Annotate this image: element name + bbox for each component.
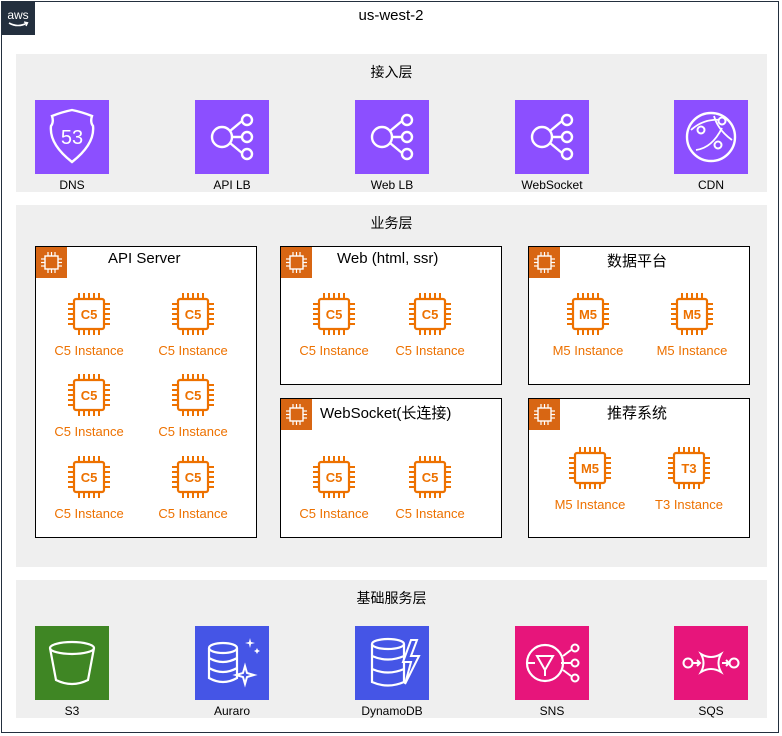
dynamodb-service[interactable]	[355, 626, 429, 700]
c5-instance-icon[interactable]: C5	[170, 372, 216, 418]
ec2-group-icon	[529, 399, 560, 430]
api-lb-service[interactable]	[195, 100, 269, 174]
instance-label: C5 Instance	[395, 506, 465, 521]
c5-instance-icon[interactable]: C5	[311, 454, 357, 500]
web-group[interactable]: Web (html, ssr) C5 C5 Instance C5 C5 Ins…	[280, 246, 502, 385]
service-label: WebSocket	[521, 178, 583, 192]
svg-text:C5: C5	[422, 307, 439, 322]
ec2-group-icon	[281, 247, 312, 278]
group-title: WebSocket(长连接)	[320, 405, 452, 422]
business-layer-title: 业务层	[370, 215, 413, 231]
sns-service[interactable]	[515, 626, 589, 700]
websocket-lb-service[interactable]	[515, 100, 589, 174]
svg-text:C5: C5	[326, 470, 343, 485]
web-lb-service[interactable]	[355, 100, 429, 174]
ec2-group-icon	[529, 247, 560, 278]
business-layer: 业务层 API Server C5 C5 Instance C5 C5 Inst…	[16, 205, 767, 567]
svg-text:C5: C5	[326, 307, 343, 322]
service-label: S3	[64, 704, 80, 718]
service-label: Auraro	[213, 704, 251, 718]
svg-text:C5: C5	[81, 307, 98, 322]
route53-icon: 53	[49, 108, 95, 164]
s3-service[interactable]	[35, 626, 109, 700]
m5-instance-icon[interactable]: M5	[669, 291, 715, 337]
dns-service[interactable]: 53	[35, 100, 109, 174]
svg-text:C5: C5	[185, 470, 202, 485]
svg-text:M5: M5	[683, 307, 701, 322]
region-title: us-west-2	[358, 7, 424, 24]
service-label: CDN	[698, 178, 724, 192]
sns-icon	[525, 643, 580, 683]
aurora-service[interactable]	[195, 626, 269, 700]
instance-label: C5 Instance	[54, 506, 124, 521]
svg-text:53: 53	[61, 127, 83, 149]
c5-instance-icon[interactable]: C5	[311, 291, 357, 337]
service-label: DNS	[59, 178, 85, 192]
foundation-layer-title: 基础服务层	[356, 590, 427, 606]
instance-label: C5 Instance	[54, 424, 124, 439]
group-title: 数据平台	[607, 253, 668, 270]
api-server-group[interactable]: API Server C5 C5 Instance C5 C5 Instance…	[35, 246, 257, 538]
aurora-icon	[207, 638, 260, 688]
c5-instance-icon[interactable]: C5	[66, 291, 112, 337]
access-layer-title: 接入层	[370, 64, 413, 80]
svg-text:C5: C5	[81, 388, 98, 403]
load-balancer-icon	[530, 113, 574, 161]
instance-label: M5 Instance	[552, 343, 624, 358]
access-layer: 接入层 53 DNS API LB Web LB WebSocket CDN	[16, 54, 767, 192]
instance-label: C5 Instance	[395, 343, 465, 358]
instance-label: T3 Instance	[655, 497, 723, 512]
c5-instance-icon[interactable]: C5	[407, 291, 453, 337]
cdn-service[interactable]	[674, 100, 748, 174]
svg-text:C5: C5	[185, 307, 202, 322]
s3-bucket-icon	[48, 640, 96, 686]
service-label: DynamoDB	[361, 704, 423, 718]
instance-label: C5 Instance	[54, 343, 124, 358]
recommend-system-group[interactable]: 推荐系统 M5 M5 Instance T3 T3 Instance	[528, 398, 750, 538]
service-label: API LB	[213, 178, 251, 192]
instance-label: C5 Instance	[158, 424, 228, 439]
c5-instance-icon[interactable]: C5	[170, 454, 216, 500]
svg-text:M5: M5	[581, 461, 599, 476]
instance-label: M5 Instance	[554, 497, 626, 512]
c5-instance-icon[interactable]: C5	[170, 291, 216, 337]
c5-instance-icon[interactable]: C5	[66, 372, 112, 418]
group-title: 推荐系统	[607, 405, 668, 422]
service-label: SNS	[539, 704, 565, 718]
foundation-layer: 基础服务层 S3 Auraro DynamoDB SNS SQS	[16, 580, 767, 718]
m5-instance-icon[interactable]: M5	[565, 291, 611, 337]
group-title: API Server	[108, 250, 181, 267]
data-platform-group[interactable]: 数据平台 M5 M5 Instance M5 M5 Instance	[528, 246, 750, 385]
svg-text:T3: T3	[681, 461, 696, 476]
cloudfront-icon	[685, 111, 737, 163]
dynamodb-icon	[370, 637, 421, 687]
t3-instance-icon[interactable]: T3	[666, 445, 712, 491]
load-balancer-icon	[210, 113, 254, 161]
ec2-group-icon	[281, 399, 312, 430]
svg-text:M5: M5	[579, 307, 597, 322]
instance-label: C5 Instance	[158, 343, 228, 358]
group-title: Web (html, ssr)	[337, 250, 439, 267]
instance-label: C5 Instance	[299, 506, 369, 521]
service-label: Web LB	[370, 178, 414, 192]
sqs-service[interactable]	[674, 626, 748, 700]
m5-instance-icon[interactable]: M5	[567, 445, 613, 491]
c5-instance-icon[interactable]: C5	[66, 454, 112, 500]
svg-text:C5: C5	[81, 470, 98, 485]
instance-label: C5 Instance	[299, 343, 369, 358]
svg-text:C5: C5	[185, 388, 202, 403]
instance-label: C5 Instance	[158, 506, 228, 521]
websocket-group[interactable]: WebSocket(长连接) C5 C5 Instance C5 C5 Inst…	[280, 398, 502, 538]
instance-label: M5 Instance	[656, 343, 728, 358]
sqs-icon	[682, 651, 740, 675]
service-label: SQS	[698, 704, 724, 718]
ec2-group-icon	[36, 247, 67, 278]
c5-instance-icon[interactable]: C5	[407, 454, 453, 500]
load-balancer-icon	[370, 113, 414, 161]
svg-text:C5: C5	[422, 470, 439, 485]
